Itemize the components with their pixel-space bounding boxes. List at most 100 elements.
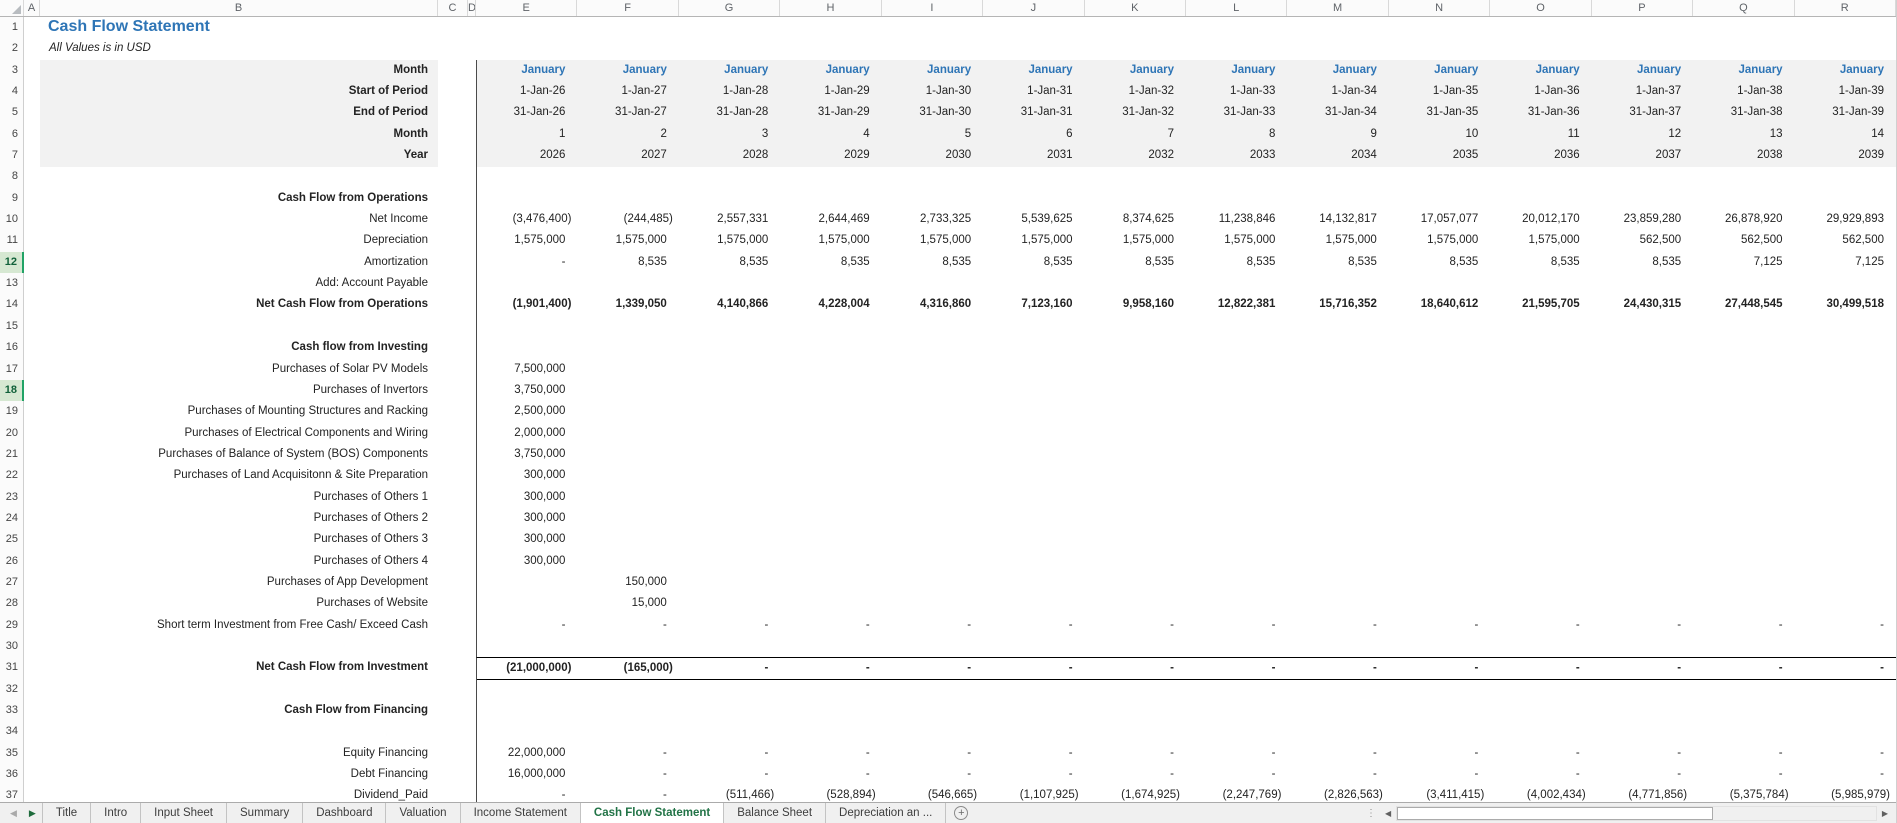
cell[interactable] (438, 700, 468, 722)
cell[interactable] (577, 17, 678, 39)
cell[interactable] (1287, 700, 1388, 722)
column-header-Q[interactable]: Q (1693, 0, 1795, 16)
cell[interactable] (24, 551, 40, 573)
cell[interactable] (1592, 444, 1693, 466)
cell[interactable] (679, 359, 780, 381)
cell[interactable] (983, 380, 1084, 402)
cell[interactable] (1186, 380, 1287, 402)
cell[interactable] (1592, 423, 1693, 445)
cell[interactable] (1287, 572, 1388, 594)
cell[interactable] (476, 315, 577, 339)
cell[interactable] (24, 657, 40, 679)
cell[interactable] (983, 508, 1084, 530)
cell[interactable]: January (577, 59, 679, 83)
cell[interactable]: - (983, 615, 1084, 637)
cell[interactable]: 2028 (678, 145, 781, 168)
row-header-1[interactable]: 1 (0, 17, 24, 40)
cell[interactable] (780, 188, 881, 210)
cell[interactable] (983, 700, 1084, 722)
cell[interactable]: 31-Jan-30 (881, 102, 984, 125)
cell[interactable] (1085, 273, 1186, 295)
cell[interactable] (1490, 273, 1591, 295)
cell[interactable] (882, 316, 983, 338)
cell[interactable]: - (1186, 615, 1287, 637)
cell[interactable]: (1,107,925) (983, 785, 1084, 802)
cell[interactable]: 2 (577, 123, 679, 147)
row-header-14[interactable]: 14 (0, 294, 24, 317)
cell[interactable]: January (1186, 59, 1288, 83)
cell[interactable]: 2,000,000 (476, 422, 577, 445)
cell[interactable] (679, 337, 780, 359)
cell[interactable] (1287, 166, 1388, 188)
cell[interactable] (1592, 721, 1693, 743)
cell[interactable]: 31-Jan-28 (678, 102, 781, 125)
cell[interactable]: (546,665) (882, 785, 983, 802)
cell[interactable] (1693, 188, 1794, 210)
cell[interactable]: - (1085, 615, 1186, 637)
new-sheet-button[interactable]: + (954, 806, 969, 820)
cell[interactable] (1287, 380, 1388, 402)
cell[interactable]: - (1287, 764, 1388, 786)
cell[interactable] (24, 124, 40, 146)
cell[interactable] (1389, 487, 1490, 509)
cell[interactable] (679, 423, 780, 445)
cell[interactable]: January (1794, 59, 1896, 83)
cell[interactable] (468, 636, 476, 658)
cell[interactable] (882, 423, 983, 445)
cell[interactable] (882, 359, 983, 381)
cell[interactable] (1389, 423, 1490, 445)
row-label[interactable]: Purchases of Others 2 (40, 508, 438, 530)
cell[interactable]: - (1389, 743, 1490, 765)
cell[interactable]: - (476, 785, 577, 802)
cell[interactable]: - (780, 657, 882, 680)
cell[interactable]: - (780, 615, 881, 637)
row-label[interactable] (40, 679, 438, 701)
cell[interactable]: 1-Jan-30 (881, 81, 984, 104)
cell[interactable]: 1-Jan-34 (1287, 81, 1389, 104)
cell[interactable] (24, 102, 40, 124)
cell[interactable]: 31-Jan-39 (1794, 102, 1896, 125)
cell[interactable] (882, 636, 983, 658)
cell[interactable] (1795, 700, 1896, 722)
cell[interactable] (468, 615, 476, 637)
cell[interactable] (438, 124, 468, 146)
cell[interactable] (1592, 465, 1693, 487)
subtitle[interactable]: All Values is in USD (40, 38, 438, 60)
cell[interactable]: 1-Jan-38 (1693, 81, 1795, 104)
row-header-22[interactable]: 22 (0, 465, 24, 488)
cell[interactable] (438, 401, 468, 423)
row-label[interactable]: Equity Financing (40, 743, 438, 765)
cell[interactable]: 1,575,000 (1389, 230, 1490, 252)
column-header-M[interactable]: M (1287, 0, 1389, 16)
column-header-B[interactable]: B (40, 0, 438, 16)
column-header-P[interactable]: P (1591, 0, 1694, 16)
cell[interactable] (1693, 380, 1794, 402)
cell[interactable] (1287, 679, 1388, 701)
cell[interactable] (983, 487, 1084, 509)
cell[interactable] (438, 423, 468, 445)
cell[interactable] (24, 359, 40, 381)
cell[interactable] (1287, 721, 1388, 743)
cell[interactable]: 1-Jan-29 (780, 81, 882, 104)
cell[interactable] (780, 17, 881, 39)
column-header-H[interactable]: H (780, 0, 882, 16)
cell[interactable]: - (1693, 657, 1795, 680)
sheet-tab-cash-flow-statement[interactable]: Cash Flow Statement (580, 803, 725, 823)
cell[interactable] (679, 529, 780, 551)
cell[interactable] (438, 615, 468, 637)
row-label[interactable]: Purchases of Electrical Components and W… (40, 423, 438, 445)
cell[interactable]: 17,057,077 (1389, 209, 1490, 231)
cell[interactable] (1186, 188, 1287, 210)
cell[interactable]: (165,000) (577, 657, 679, 680)
cell[interactable] (983, 572, 1084, 594)
cell[interactable] (1186, 465, 1287, 487)
cell[interactable] (1490, 337, 1591, 359)
cell[interactable]: - (983, 657, 1085, 680)
cell[interactable]: 16,000,000 (476, 764, 577, 787)
cell[interactable] (780, 721, 881, 743)
cell[interactable]: - (1085, 764, 1186, 786)
row-label[interactable]: Amortization (40, 252, 438, 274)
cell[interactable] (882, 487, 983, 509)
cell[interactable] (468, 188, 476, 210)
cell[interactable]: January (1490, 59, 1592, 83)
